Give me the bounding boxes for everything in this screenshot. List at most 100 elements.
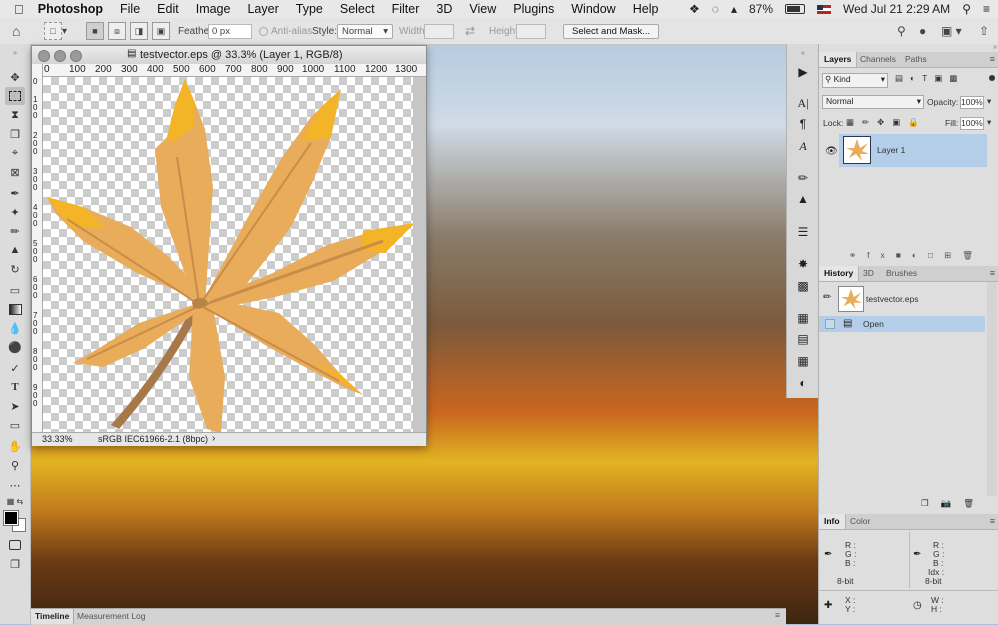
menu-layer[interactable]: Layer [247,2,278,16]
paragraph-icon[interactable]: ¶ [793,115,813,133]
layer-row[interactable]: Layer 1 [839,134,987,167]
tab-brushes[interactable]: Brushes [881,266,922,281]
swatches-icon[interactable]: ▦ [793,309,813,327]
marquee-tool-icon[interactable] [5,87,25,105]
document-title-bar[interactable]: ▤ testvector.eps @ 33.3% (Layer 1, RGB/8… [32,46,426,65]
character-icon[interactable]: A| [793,94,813,112]
layer-name[interactable]: Layer 1 [877,145,905,155]
document-canvas[interactable] [43,77,413,432]
brush-tool-icon[interactable]: ✏ [5,222,25,240]
screen-mode-icon[interactable]: ❐ [5,555,25,573]
menu-view[interactable]: View [469,2,496,16]
snapshot-thumbnail[interactable] [838,286,864,312]
wifi-icon[interactable]: ◌ [712,2,719,16]
tab-paths[interactable]: Paths [900,52,932,67]
crop-tool-icon[interactable]: ⌖ [5,144,25,162]
menu-app[interactable]: Photoshop [38,2,103,16]
clock[interactable]: Wed Jul 21 2:29 AM [843,2,950,16]
chevron-down-icon[interactable]: ▾ [987,117,991,128]
move-tool-icon[interactable]: ✥ [5,68,25,86]
healing-tool-icon[interactable]: ✦ [5,203,25,221]
menu-help[interactable]: Help [633,2,659,16]
flag-icon[interactable] [817,5,831,14]
menu-filter[interactable]: Filter [392,2,420,16]
workspace-icon[interactable]: ▣ ▾ [941,22,962,40]
menu-select[interactable]: Select [340,2,375,16]
panel-menu-icon[interactable]: ≡ [990,268,995,278]
swap-colors-icon[interactable]: ▦ ⇆ [5,492,25,510]
volume-icon[interactable]: ▴ [731,2,737,16]
rectangle-tool-icon[interactable]: ▭ [5,416,25,434]
apple-icon[interactable]:  [14,2,24,17]
intersect-selection-icon[interactable]: ▣ [152,22,170,40]
opacity-input[interactable]: 100% [960,96,984,109]
menu-plugins[interactable]: Plugins [513,2,554,16]
gradients-icon[interactable]: ▤ [793,330,813,348]
tab-channels[interactable]: Channels [855,52,901,67]
swap-icon[interactable]: ⇄ [465,22,475,40]
navigator-icon[interactable]: ✸ [793,255,813,273]
dodge-tool-icon[interactable]: ⚫ [5,338,25,356]
tab-timeline[interactable]: Timeline [31,609,74,624]
height-input[interactable] [516,24,546,39]
blend-mode-select[interactable]: Normal ▾ [822,95,924,109]
foreground-color-swatch[interactable] [4,511,18,525]
panel-menu-icon[interactable]: ≡ [775,610,780,620]
eyedropper-tool-icon[interactable]: ✒ [5,184,25,202]
gradient-tool-icon[interactable] [5,300,25,318]
eraser-tool-icon[interactable]: ▭ [5,281,25,299]
tab-color[interactable]: Color [845,514,875,529]
panel-menu-icon[interactable]: ≡ [990,54,995,64]
eye-icon[interactable]: 👁 [825,146,838,157]
status-menu-icon[interactable]: › [212,433,215,444]
battery-icon[interactable] [785,4,805,14]
width-input[interactable] [424,24,454,39]
antialias-checkbox[interactable]: Anti-alias [259,22,312,40]
properties-icon[interactable]: ☰ [793,223,813,241]
hand-tool-icon[interactable]: ✋ [5,437,25,455]
tab-info[interactable]: Info [819,514,846,529]
pen-tool-icon[interactable]: ✓ [5,359,25,377]
quick-select-tool-icon[interactable]: ❒ [5,125,25,143]
menu-image[interactable]: Image [196,2,231,16]
select-and-mask-button[interactable]: Select and Mask... [563,24,659,39]
filter-icons[interactable]: ▤◐T▣▩ [895,73,964,84]
history-brush-source-icon[interactable]: ✏ [823,292,831,303]
spotlight-icon[interactable]: ⚲ [962,2,971,16]
zoom-level[interactable]: 33.33% [42,434,73,444]
menu-window[interactable]: Window [571,2,615,16]
home-icon[interactable]: ⌂ [12,22,20,40]
minimize-window-icon[interactable] [54,50,66,62]
menu-edit[interactable]: Edit [157,2,179,16]
battery-percent[interactable]: 87% [749,2,773,16]
history-actions[interactable]: ❐📷🗑 [921,498,986,509]
vertical-ruler[interactable]: 0 100 200 300 400 500 600 700 800 900 [32,64,43,432]
lock-icons[interactable]: ▦✏✥▣🔒 [846,117,927,128]
marquee-preset-icon[interactable]: □ ▾ [44,22,67,40]
actions-icon[interactable]: ▶ [793,63,813,81]
histogram-icon[interactable]: ▩ [793,277,813,295]
history-scrollbar[interactable] [987,282,997,496]
collapse-dock-icon[interactable]: « [793,44,813,62]
new-selection-icon[interactable]: ■ [86,22,104,40]
history-step-row[interactable]: ▤ Open [819,316,985,332]
close-window-icon[interactable] [38,50,50,62]
zoom-tool-icon[interactable]: ⚲ [5,456,25,474]
user-icon[interactable]: ● [919,22,926,40]
add-selection-icon[interactable]: ⧈ [108,22,126,40]
share-icon[interactable]: ⇧ [979,22,989,40]
tab-3d[interactable]: 3D [858,266,879,281]
blur-tool-icon[interactable]: 💧 [5,319,25,337]
feather-input[interactable]: 0 px [208,24,252,39]
style-select[interactable]: Normal ▾ [337,24,393,39]
history-brush-tool-icon[interactable]: ↻ [5,260,25,278]
control-center-icon[interactable]: ≡ [983,2,990,16]
tab-measurement-log[interactable]: Measurement Log [77,609,146,624]
quick-mask-icon[interactable] [5,536,25,554]
collapse-icon[interactable]: » [5,44,25,62]
adjustments-icon[interactable]: ◐ [793,374,813,392]
fill-input[interactable]: 100% [960,117,984,130]
filter-kind-select[interactable]: ⚲ Kind ▾ [822,73,888,88]
brush-settings-icon[interactable]: ✏ [793,169,813,187]
horizontal-ruler[interactable]: 0 100 200 300 400 500 600 700 800 900 10… [42,64,426,77]
